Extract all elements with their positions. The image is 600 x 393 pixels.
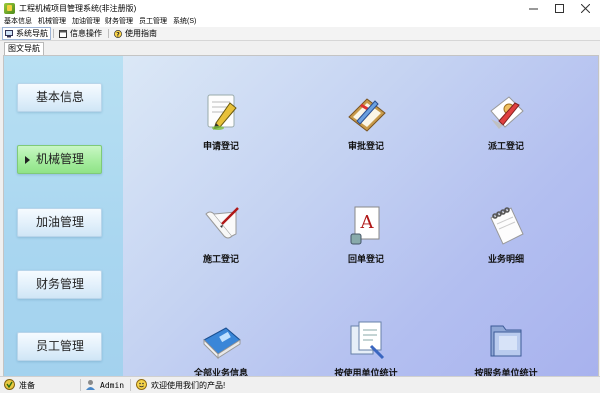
menu-finance[interactable]: 财务管理 xyxy=(105,17,133,27)
menu-machinery[interactable]: 机械管理 xyxy=(38,17,66,27)
function-label: 审批登记 xyxy=(347,141,384,151)
minimize-button[interactable] xyxy=(520,0,546,17)
maximize-icon xyxy=(554,4,564,13)
sidebar-item-label: 员工管理 xyxy=(36,339,85,353)
close-button[interactable] xyxy=(572,0,598,17)
scroll-pen-icon xyxy=(200,204,242,246)
receipt-register-button[interactable]: A 回单登记 xyxy=(321,204,411,266)
monitor-icon xyxy=(5,29,13,38)
selected-arrow-icon xyxy=(25,156,30,164)
function-label: 业务明细 xyxy=(487,254,524,264)
menu-system[interactable]: 系统(S) xyxy=(173,17,196,27)
construction-register-button[interactable]: 施工登记 xyxy=(176,204,266,266)
book-icon xyxy=(200,318,242,360)
document-a-icon: A xyxy=(345,204,387,246)
sidebar-item-label: 基本信息 xyxy=(36,90,85,104)
documents-icon xyxy=(345,318,387,360)
status-ready-icon xyxy=(4,378,15,392)
approve-register-button[interactable]: 审批登记 xyxy=(321,91,411,153)
smile-icon xyxy=(136,378,147,392)
tab-graphic-nav[interactable]: 图文导航 xyxy=(4,42,44,55)
main-panel: 基本信息 机械管理 加油管理 财务管理 员工管理 申请登记 审批登记 派工登记 … xyxy=(3,55,599,377)
function-label: 施工登记 xyxy=(202,254,239,264)
status-message: 欢迎使用我们的产品! xyxy=(136,377,225,393)
window-title: 工程机械项目管理系统(非注册版) xyxy=(19,4,137,13)
toolbar: 系统导航 信息操作 ? 使用指南 xyxy=(0,27,600,41)
clipboard-pencil-icon xyxy=(345,91,387,133)
all-business-button[interactable]: 全部业务信息 xyxy=(176,318,266,376)
sidebar-item-machinery[interactable]: 机械管理 xyxy=(17,145,102,174)
info-operation-button[interactable]: 信息操作 xyxy=(59,27,102,40)
app-icon xyxy=(4,3,15,14)
maximize-button[interactable] xyxy=(546,0,572,17)
sidebar-item-label: 机械管理 xyxy=(36,152,85,166)
user-guide-button[interactable]: ? 使用指南 xyxy=(114,27,157,40)
function-label: 回单登记 xyxy=(347,254,384,264)
notepad-pen-icon xyxy=(200,91,242,133)
menu-staff[interactable]: 员工管理 xyxy=(139,17,167,27)
function-label: 派工登记 xyxy=(487,141,524,151)
menu-bar: 基本信息 机械管理 加油管理 财务管理 员工管理 系统(S) xyxy=(0,17,600,27)
status-bar: 准备 Admin 欢迎使用我们的产品! xyxy=(0,376,600,393)
menu-basic-info[interactable]: 基本信息 xyxy=(4,17,32,27)
business-detail-button[interactable]: 业务明细 xyxy=(461,204,551,266)
close-icon xyxy=(580,3,590,14)
folder-icon xyxy=(485,318,527,360)
status-user: Admin xyxy=(85,377,124,393)
sidebar-item-label: 财务管理 xyxy=(36,277,85,291)
sidebar: 基本信息 机械管理 加油管理 财务管理 员工管理 xyxy=(4,56,123,376)
function-grid: 申请登记 审批登记 派工登记 施工登记 A 回单登记 业务明细 全部业务信息 按… xyxy=(123,56,598,376)
spiral-notebook-icon xyxy=(485,204,527,246)
help-icon: ? xyxy=(114,29,122,38)
apply-register-button[interactable]: 申请登记 xyxy=(176,91,266,153)
svg-text:A: A xyxy=(360,212,375,233)
sidebar-item-basic-info[interactable]: 基本信息 xyxy=(17,83,102,112)
stats-by-service-unit-button[interactable]: 按服务单位统计 xyxy=(461,318,551,376)
window-icon xyxy=(59,29,67,38)
user-icon xyxy=(85,379,96,392)
tab-strip: 图文导航 xyxy=(0,41,600,55)
sidebar-item-refuel[interactable]: 加油管理 xyxy=(17,208,102,237)
stats-by-user-unit-button[interactable]: 按使用单位统计 xyxy=(321,318,411,376)
svg-text:?: ? xyxy=(116,31,120,38)
title-bar: 工程机械项目管理系统(非注册版) xyxy=(0,0,600,17)
menu-refuel[interactable]: 加油管理 xyxy=(72,17,100,27)
sidebar-item-staff[interactable]: 员工管理 xyxy=(17,332,102,361)
sidebar-item-label: 加油管理 xyxy=(36,215,85,229)
sidebar-item-finance[interactable]: 财务管理 xyxy=(17,270,102,299)
task-paper-icon xyxy=(485,91,527,133)
system-nav-button[interactable]: 系统导航 xyxy=(2,27,51,40)
status-ready: 准备 xyxy=(4,377,35,393)
minimize-icon xyxy=(528,8,538,10)
function-label: 申请登记 xyxy=(202,141,239,151)
dispatch-register-button[interactable]: 派工登记 xyxy=(461,91,551,153)
